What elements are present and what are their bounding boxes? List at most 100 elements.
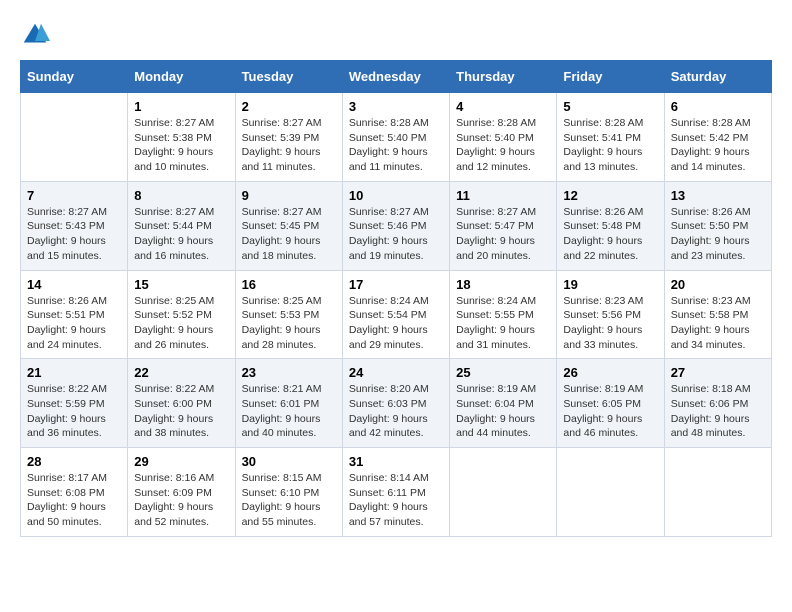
day-number: 5 — [563, 99, 657, 114]
day-cell — [21, 93, 128, 182]
header-day-thursday: Thursday — [450, 61, 557, 93]
day-info: Sunrise: 8:27 AM Sunset: 5:46 PM Dayligh… — [349, 205, 443, 264]
day-number: 6 — [671, 99, 765, 114]
day-info: Sunrise: 8:22 AM Sunset: 5:59 PM Dayligh… — [27, 382, 121, 441]
week-row-4: 21 Sunrise: 8:22 AM Sunset: 5:59 PM Dayli… — [21, 359, 772, 448]
day-number: 7 — [27, 188, 121, 203]
day-number: 17 — [349, 277, 443, 292]
day-cell — [664, 448, 771, 537]
day-info: Sunrise: 8:24 AM Sunset: 5:55 PM Dayligh… — [456, 294, 550, 353]
day-cell: 16Sunrise: 8:25 AM Sunset: 5:53 PM Dayli… — [235, 270, 342, 359]
day-cell: 9 Sunrise: 8:27 AM Sunset: 5:45 PM Daylig… — [235, 181, 342, 270]
calendar-table: SundayMondayTuesdayWednesdayThursdayFrid… — [20, 60, 772, 537]
calendar-header: SundayMondayTuesdayWednesdayThursdayFrid… — [21, 61, 772, 93]
day-cell: 2 Sunrise: 8:27 AM Sunset: 5:39 PM Daylig… — [235, 93, 342, 182]
day-info: Sunrise: 8:23 AM Sunset: 5:56 PM Dayligh… — [563, 294, 657, 353]
day-info: Sunrise: 8:27 AM Sunset: 5:38 PM Dayligh… — [134, 116, 228, 175]
week-row-3: 14 Sunrise: 8:26 AM Sunset: 5:51 PM Dayli… — [21, 270, 772, 359]
day-cell: 7 Sunrise: 8:27 AM Sunset: 5:43 PM Daylig… — [21, 181, 128, 270]
day-info: Sunrise: 8:27 AM Sunset: 5:39 PM Dayligh… — [242, 116, 336, 175]
day-cell: 1 Sunrise: 8:27 AM Sunset: 5:38 PM Daylig… — [128, 93, 235, 182]
day-cell: 12 Sunrise: 8:26 AM Sunset: 5:48 PM Dayli… — [557, 181, 664, 270]
header-day-saturday: Saturday — [664, 61, 771, 93]
day-number: 2 — [242, 99, 336, 114]
day-number: 14 — [27, 277, 121, 292]
day-info: Sunrise: 8:28 AM Sunset: 5:41 PM Dayligh… — [563, 116, 657, 175]
day-cell: 29Sunrise: 8:16 AM Sunset: 6:09 PM Dayli… — [128, 448, 235, 537]
day-number: 10 — [349, 188, 443, 203]
day-info: Sunrise: 8:28 AM Sunset: 5:40 PM Dayligh… — [349, 116, 443, 175]
logo — [20, 20, 54, 50]
day-number: 8 — [134, 188, 228, 203]
day-number: 15 — [134, 277, 228, 292]
day-number: 20 — [671, 277, 765, 292]
day-cell: 26Sunrise: 8:19 AM Sunset: 6:05 PM Dayli… — [557, 359, 664, 448]
day-info: Sunrise: 8:27 AM Sunset: 5:45 PM Dayligh… — [242, 205, 336, 264]
page-header — [20, 20, 772, 50]
day-info: Sunrise: 8:26 AM Sunset: 5:51 PM Dayligh… — [27, 294, 121, 353]
day-info: Sunrise: 8:20 AM Sunset: 6:03 PM Dayligh… — [349, 382, 443, 441]
day-cell: 24Sunrise: 8:20 AM Sunset: 6:03 PM Dayli… — [342, 359, 449, 448]
day-number: 9 — [242, 188, 336, 203]
day-cell: 28 Sunrise: 8:17 AM Sunset: 6:08 PM Dayli… — [21, 448, 128, 537]
logo-icon — [20, 20, 50, 50]
day-number: 21 — [27, 365, 121, 380]
day-number: 23 — [242, 365, 336, 380]
day-number: 27 — [671, 365, 765, 380]
day-number: 19 — [563, 277, 657, 292]
day-number: 28 — [27, 454, 121, 469]
header-day-wednesday: Wednesday — [342, 61, 449, 93]
day-cell — [450, 448, 557, 537]
day-cell: 5 Sunrise: 8:28 AM Sunset: 5:41 PM Daylig… — [557, 93, 664, 182]
day-cell: 11 Sunrise: 8:27 AM Sunset: 5:47 PM Dayli… — [450, 181, 557, 270]
day-number: 22 — [134, 365, 228, 380]
day-info: Sunrise: 8:27 AM Sunset: 5:44 PM Dayligh… — [134, 205, 228, 264]
day-cell: 4 Sunrise: 8:28 AM Sunset: 5:40 PM Daylig… — [450, 93, 557, 182]
day-number: 18 — [456, 277, 550, 292]
day-cell: 18 Sunrise: 8:24 AM Sunset: 5:55 PM Dayli… — [450, 270, 557, 359]
day-cell: 6 Sunrise: 8:28 AM Sunset: 5:42 PM Daylig… — [664, 93, 771, 182]
day-cell: 21 Sunrise: 8:22 AM Sunset: 5:59 PM Dayli… — [21, 359, 128, 448]
day-cell: 27Sunrise: 8:18 AM Sunset: 6:06 PM Dayli… — [664, 359, 771, 448]
day-cell: 25 Sunrise: 8:19 AM Sunset: 6:04 PM Dayli… — [450, 359, 557, 448]
day-cell: 19 Sunrise: 8:23 AM Sunset: 5:56 PM Dayli… — [557, 270, 664, 359]
day-cell: 22 Sunrise: 8:22 AM Sunset: 6:00 PM Dayli… — [128, 359, 235, 448]
day-number: 25 — [456, 365, 550, 380]
day-number: 1 — [134, 99, 228, 114]
day-info: Sunrise: 8:23 AM Sunset: 5:58 PM Dayligh… — [671, 294, 765, 353]
day-info: Sunrise: 8:22 AM Sunset: 6:00 PM Dayligh… — [134, 382, 228, 441]
day-info: Sunrise: 8:19 AM Sunset: 6:04 PM Dayligh… — [456, 382, 550, 441]
day-info: Sunrise: 8:26 AM Sunset: 5:48 PM Dayligh… — [563, 205, 657, 264]
day-info: Sunrise: 8:25 AM Sunset: 5:52 PM Dayligh… — [134, 294, 228, 353]
day-cell: 3 Sunrise: 8:28 AM Sunset: 5:40 PM Daylig… — [342, 93, 449, 182]
day-info: Sunrise: 8:21 AM Sunset: 6:01 PM Dayligh… — [242, 382, 336, 441]
day-info: Sunrise: 8:28 AM Sunset: 5:42 PM Dayligh… — [671, 116, 765, 175]
header-day-monday: Monday — [128, 61, 235, 93]
day-number: 31 — [349, 454, 443, 469]
day-number: 3 — [349, 99, 443, 114]
day-number: 11 — [456, 188, 550, 203]
header-row: SundayMondayTuesdayWednesdayThursdayFrid… — [21, 61, 772, 93]
day-info: Sunrise: 8:17 AM Sunset: 6:08 PM Dayligh… — [27, 471, 121, 530]
day-info: Sunrise: 8:27 AM Sunset: 5:47 PM Dayligh… — [456, 205, 550, 264]
day-cell: 8 Sunrise: 8:27 AM Sunset: 5:44 PM Daylig… — [128, 181, 235, 270]
day-info: Sunrise: 8:28 AM Sunset: 5:40 PM Dayligh… — [456, 116, 550, 175]
day-cell: 23 Sunrise: 8:21 AM Sunset: 6:01 PM Dayli… — [235, 359, 342, 448]
header-day-friday: Friday — [557, 61, 664, 93]
day-cell: 20 Sunrise: 8:23 AM Sunset: 5:58 PM Dayli… — [664, 270, 771, 359]
day-info: Sunrise: 8:24 AM Sunset: 5:54 PM Dayligh… — [349, 294, 443, 353]
day-info: Sunrise: 8:25 AM Sunset: 5:53 PM Dayligh… — [242, 294, 336, 353]
calendar-body: 1 Sunrise: 8:27 AM Sunset: 5:38 PM Daylig… — [21, 93, 772, 537]
header-day-tuesday: Tuesday — [235, 61, 342, 93]
day-cell: 13Sunrise: 8:26 AM Sunset: 5:50 PM Dayli… — [664, 181, 771, 270]
day-info: Sunrise: 8:19 AM Sunset: 6:05 PM Dayligh… — [563, 382, 657, 441]
day-info: Sunrise: 8:15 AM Sunset: 6:10 PM Dayligh… — [242, 471, 336, 530]
week-row-2: 7 Sunrise: 8:27 AM Sunset: 5:43 PM Daylig… — [21, 181, 772, 270]
day-number: 4 — [456, 99, 550, 114]
day-cell: 30Sunrise: 8:15 AM Sunset: 6:10 PM Dayli… — [235, 448, 342, 537]
day-cell — [557, 448, 664, 537]
day-number: 12 — [563, 188, 657, 203]
day-number: 13 — [671, 188, 765, 203]
day-info: Sunrise: 8:27 AM Sunset: 5:43 PM Dayligh… — [27, 205, 121, 264]
day-cell: 14 Sunrise: 8:26 AM Sunset: 5:51 PM Dayli… — [21, 270, 128, 359]
